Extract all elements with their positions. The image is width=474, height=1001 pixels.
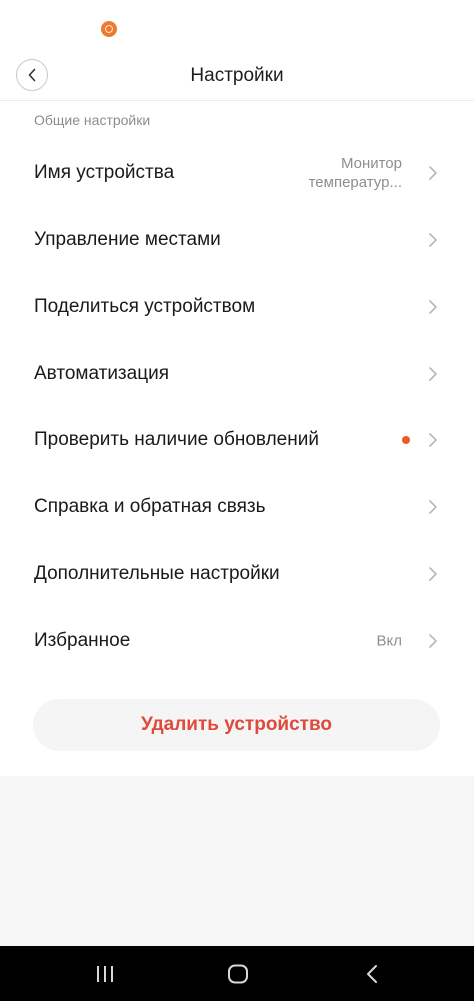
settings-row-share-device[interactable]: Поделиться устройством: [0, 273, 474, 340]
settings-row-favorites[interactable]: Избранное Вкл: [0, 607, 474, 674]
home-button[interactable]: [224, 963, 252, 985]
chevron-right-icon: [429, 232, 437, 247]
settings-row-locations[interactable]: Управление местами: [0, 206, 474, 273]
recents-button[interactable]: [90, 963, 120, 985]
row-label: Имя устройства: [34, 161, 175, 183]
settings-list: Общие настройки Имя устройства Монитор т…: [0, 101, 474, 776]
row-value-line: температур...: [308, 173, 402, 191]
settings-row-check-updates[interactable]: Проверить наличие обновлений: [0, 406, 474, 473]
recents-icon: [97, 966, 113, 982]
status-bar: [0, 0, 474, 52]
row-value: Монитор температур...: [309, 154, 402, 192]
chevron-right-icon: [429, 432, 437, 447]
chevron-right-icon: [429, 633, 437, 648]
row-value: Вкл: [376, 632, 403, 649]
settings-row-device-name[interactable]: Имя устройства Монитор температур...: [0, 139, 474, 206]
delete-device-button[interactable]: Удалить устройство: [33, 699, 440, 751]
row-label: Поделиться устройством: [34, 295, 256, 317]
chevron-right-icon: [429, 499, 437, 514]
chevron-right-icon: [429, 165, 437, 180]
header: Настройки: [0, 52, 474, 101]
row-label: Проверить наличие обновлений: [34, 428, 319, 450]
chevron-right-icon: [429, 366, 437, 381]
row-label: Автоматизация: [34, 362, 169, 384]
system-back-button[interactable]: [360, 963, 384, 985]
settings-row-additional-settings[interactable]: Дополнительные настройки: [0, 540, 474, 607]
chevron-right-icon: [429, 299, 437, 314]
section-label: Общие настройки: [34, 112, 151, 128]
chevron-right-icon: [429, 566, 437, 581]
settings-row-help-feedback[interactable]: Справка и обратная связь: [0, 473, 474, 540]
system-nav-bar: [0, 946, 474, 1001]
row-label: Справка и обратная связь: [34, 495, 266, 517]
row-value-line: Монитор: [340, 154, 402, 172]
settings-row-automation[interactable]: Автоматизация: [0, 340, 474, 407]
row-label: Избранное: [34, 629, 131, 651]
update-dot-badge: [402, 435, 410, 444]
home-icon: [228, 964, 248, 984]
row-label: Управление местами: [34, 228, 221, 250]
nav-back-icon: [367, 965, 377, 983]
page-title: Настройки: [190, 65, 284, 86]
app-notification-icon: [101, 21, 117, 37]
row-label: Дополнительные настройки: [34, 562, 280, 584]
